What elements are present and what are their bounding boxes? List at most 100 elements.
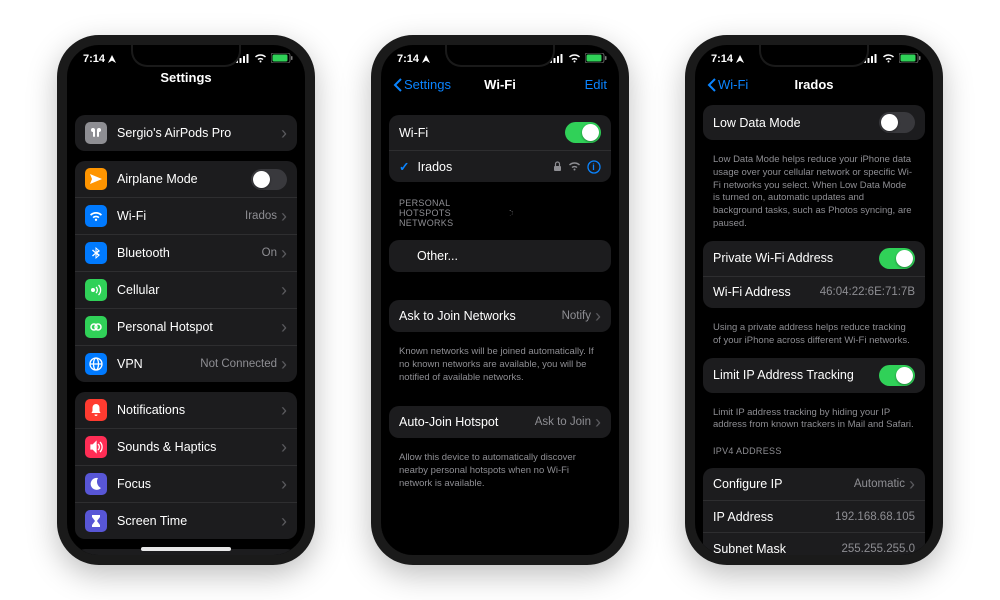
row-low-data-mode[interactable]: Low Data Mode <box>703 105 925 140</box>
navbar: Settings Wi-Fi Edit <box>381 73 619 98</box>
wifi-strength-icon <box>568 162 581 171</box>
chevron-icon: › <box>281 124 287 142</box>
row-screen-time[interactable]: Screen Time › <box>75 502 297 539</box>
row-hotspot[interactable]: Personal Hotspot › <box>75 308 297 345</box>
ask-join-label: Ask to Join Networks <box>399 309 562 323</box>
row-ip-address: IP Address 192.168.68.105 <box>703 500 925 532</box>
hotspot-header: Personal Hotspots Networks <box>381 192 531 230</box>
hourglass-icon <box>85 510 107 532</box>
chevron-left-icon <box>707 78 716 92</box>
wifi-value: Irados <box>245 210 277 222</box>
private-addr-toggle[interactable] <box>879 248 915 269</box>
auto-join-label: Auto-Join Hotspot <box>399 415 535 429</box>
chevron-left-icon <box>393 78 402 92</box>
checkmark-icon: ✓ <box>399 159 409 174</box>
bluetooth-label: Bluetooth <box>117 246 262 260</box>
row-private-address[interactable]: Private Wi-Fi Address <box>703 241 925 276</box>
battery-icon <box>585 53 607 63</box>
airpods-label: Sergio's AirPods Pro <box>117 126 281 140</box>
back-label: Wi-Fi <box>718 77 748 92</box>
cellular-icon <box>85 279 107 301</box>
bell-icon <box>85 399 107 421</box>
subnet-value: 255.255.255.0 <box>841 543 915 555</box>
configure-ip-label: Configure IP <box>713 477 854 491</box>
battery-icon <box>899 53 921 63</box>
row-wifi-toggle[interactable]: Wi-Fi <box>389 115 611 150</box>
wifi-icon <box>254 54 267 63</box>
notch <box>759 45 869 67</box>
chevron-icon: › <box>281 355 287 373</box>
wifi-icon <box>568 54 581 63</box>
location-icon <box>108 55 116 63</box>
wifi-toggle[interactable] <box>565 122 601 143</box>
limit-ip-footer: Limit IP address tracking by hiding your… <box>695 403 933 435</box>
phone-settings: 7:14 Settings Sergio's AirPods Pro › <box>57 35 315 565</box>
wifi-icon <box>882 54 895 63</box>
settings-content[interactable]: Sergio's AirPods Pro › Airplane Mode Wi-… <box>67 105 305 555</box>
ip-label: IP Address <box>713 510 835 524</box>
notch <box>131 45 241 67</box>
row-configure-ip[interactable]: Configure IP Automatic › <box>703 468 925 500</box>
row-airpods[interactable]: Sergio's AirPods Pro › <box>75 115 297 151</box>
row-vpn[interactable]: VPN Not Connected › <box>75 345 297 382</box>
vpn-label: VPN <box>117 357 200 371</box>
limit-ip-label: Limit IP Address Tracking <box>713 368 879 382</box>
status-time: 7:14 <box>711 53 733 65</box>
phone-network-detail: 7:14 Wi-Fi Irados Low Data Mode Low <box>685 35 943 565</box>
location-icon <box>736 55 744 63</box>
row-auto-join-hotspot[interactable]: Auto-Join Hotspot Ask to Join › <box>389 406 611 438</box>
ipv4-header: IPV4 Address <box>695 440 933 458</box>
airplane-toggle[interactable] <box>251 169 287 190</box>
hotspot-icon <box>85 316 107 338</box>
back-button[interactable]: Wi-Fi <box>707 77 748 92</box>
low-data-footer: Low Data Mode helps reduce your iPhone d… <box>695 150 933 233</box>
notch <box>445 45 555 67</box>
bluetooth-icon <box>85 242 107 264</box>
chevron-icon: › <box>281 207 287 225</box>
row-bluetooth[interactable]: Bluetooth On › <box>75 234 297 271</box>
auto-join-footer: Allow this device to automatically disco… <box>381 448 619 492</box>
bluetooth-value: On <box>262 247 277 259</box>
svg-text:i: i <box>592 162 595 172</box>
screen: 7:14 Settings Sergio's AirPods Pro › <box>67 45 305 555</box>
row-focus[interactable]: Focus › <box>75 465 297 502</box>
chevron-icon: › <box>595 413 601 431</box>
location-icon <box>422 55 430 63</box>
row-sounds[interactable]: Sounds & Haptics › <box>75 428 297 465</box>
row-ask-to-join[interactable]: Ask to Join Networks Notify › <box>389 300 611 332</box>
low-data-toggle[interactable] <box>879 112 915 133</box>
row-connected-network[interactable]: ✓ Irados i <box>389 150 611 182</box>
info-icon[interactable]: i <box>587 160 601 174</box>
focus-label: Focus <box>117 477 281 491</box>
back-label: Settings <box>404 77 451 92</box>
private-footer: Using a private address helps reduce tra… <box>695 318 933 350</box>
row-cellular[interactable]: Cellular › <box>75 271 297 308</box>
low-data-label: Low Data Mode <box>713 116 879 130</box>
screentime-label: Screen Time <box>117 514 281 528</box>
private-addr-label: Private Wi-Fi Address <box>713 251 879 265</box>
screen: 7:14 Settings Wi-Fi Edit Wi-Fi <box>381 45 619 555</box>
navbar: Settings <box>67 73 305 83</box>
chevron-icon: › <box>281 438 287 456</box>
wifi-content[interactable]: Wi-Fi ✓ Irados i Personal Hotspots Netwo… <box>381 105 619 555</box>
status-time: 7:14 <box>83 53 105 65</box>
hotspot-label: Personal Hotspot <box>117 320 281 334</box>
row-airplane-mode[interactable]: Airplane Mode <box>75 161 297 197</box>
limit-ip-toggle[interactable] <box>879 365 915 386</box>
spinner-icon <box>507 208 513 218</box>
chevron-icon: › <box>281 401 287 419</box>
battery-icon <box>271 53 293 63</box>
home-indicator[interactable] <box>141 547 231 551</box>
row-notifications[interactable]: Notifications › <box>75 392 297 428</box>
speaker-icon <box>85 436 107 458</box>
row-wifi[interactable]: Wi-Fi Irados › <box>75 197 297 234</box>
row-other-network[interactable]: Other... <box>389 240 611 272</box>
detail-content[interactable]: Low Data Mode Low Data Mode helps reduce… <box>695 101 933 555</box>
edit-button[interactable]: Edit <box>585 77 607 92</box>
notifications-label: Notifications <box>117 403 281 417</box>
back-button[interactable]: Settings <box>393 77 451 92</box>
wifi-icon <box>85 205 107 227</box>
wifi-addr-label: Wi-Fi Address <box>713 285 820 299</box>
row-limit-ip-tracking[interactable]: Limit IP Address Tracking <box>703 358 925 393</box>
chevron-icon: › <box>281 281 287 299</box>
